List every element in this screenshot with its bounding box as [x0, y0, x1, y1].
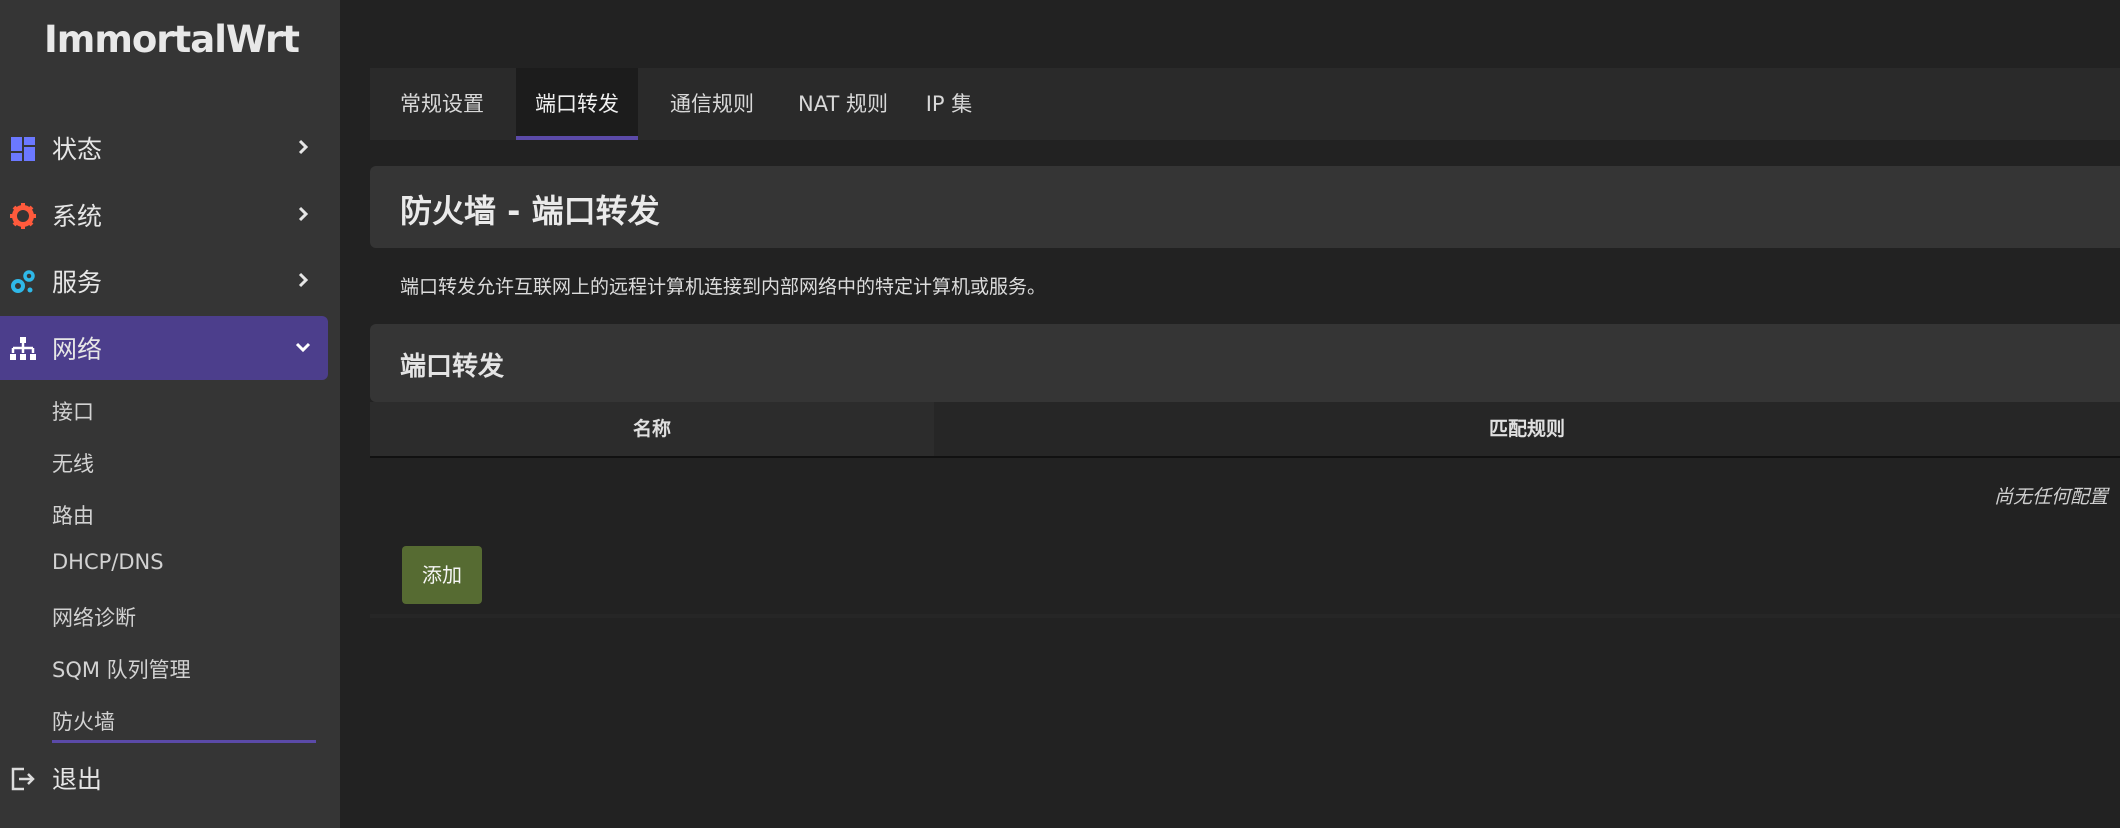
- network-icon: [10, 337, 36, 360]
- page-title-bar: 防火墙 - 端口转发: [370, 166, 2120, 248]
- tab-general-settings[interactable]: 常规设置: [392, 68, 492, 140]
- chevron-down-icon: [295, 342, 311, 353]
- column-header-match-rule: 匹配规则: [934, 402, 2120, 456]
- sidebar-item-label: 退出: [52, 765, 103, 794]
- sidebar-subitem-dhcp-dns[interactable]: DHCP/DNS: [52, 550, 164, 574]
- add-button[interactable]: 添加: [402, 546, 482, 604]
- sidebar-item-label: 状态: [52, 135, 103, 164]
- sidebar-item-services[interactable]: 服务: [0, 249, 328, 313]
- tab-port-forwards[interactable]: 端口转发: [516, 68, 638, 140]
- brand-logo[interactable]: ImmortalWrt: [44, 18, 300, 61]
- sidebar-item-status[interactable]: 状态: [0, 116, 328, 180]
- panel-bottom-edge: [370, 614, 2120, 618]
- page-title: 防火墙 - 端口转发: [400, 192, 660, 230]
- section-header: 端口转发: [370, 324, 2120, 402]
- sidebar-subitem-wireless[interactable]: 无线: [52, 448, 94, 478]
- tab-bar: 常规设置 端口转发 通信规则 NAT 规则 IP 集: [370, 68, 2120, 140]
- sidebar-item-label: 系统: [52, 202, 103, 231]
- empty-table-note: 尚无任何配置: [1993, 486, 2108, 508]
- sidebar-subitem-routes[interactable]: 路由: [52, 500, 94, 530]
- column-header-name: 名称: [370, 402, 934, 456]
- sidebar: ImmortalWrt 状态 系统 服务 网络 接口 无线 路由 DHCP/DN…: [0, 0, 340, 828]
- chevron-right-icon: [298, 272, 309, 288]
- sidebar-subitem-diagnostics[interactable]: 网络诊断: [52, 602, 136, 632]
- sidebar-subitem-sqm[interactable]: SQM 队列管理: [52, 654, 191, 684]
- chevron-right-icon: [298, 139, 309, 155]
- page-description: 端口转发允许互联网上的远程计算机连接到内部网络中的特定计算机或服务。: [400, 276, 1047, 298]
- tab-ip-sets[interactable]: IP 集: [896, 68, 1002, 140]
- gear-icon: [10, 203, 36, 229]
- dashboard-icon: [11, 137, 35, 161]
- sidebar-item-system[interactable]: 系统: [0, 183, 328, 247]
- table-header: 名称 匹配规则: [370, 402, 2120, 458]
- chevron-right-icon: [298, 206, 309, 222]
- logout-icon: [11, 767, 35, 791]
- sidebar-item-label: 服务: [52, 268, 103, 297]
- sidebar-item-label: 网络: [52, 335, 103, 364]
- tab-traffic-rules[interactable]: 通信规则: [654, 68, 770, 140]
- active-subitem-underline: [52, 740, 316, 743]
- gears-icon: [11, 270, 35, 293]
- sidebar-subitem-firewall[interactable]: 防火墙: [52, 706, 115, 736]
- sidebar-item-logout[interactable]: 退出: [0, 746, 328, 810]
- sidebar-subitem-interfaces[interactable]: 接口: [52, 396, 94, 426]
- sidebar-item-network[interactable]: 网络: [0, 316, 328, 380]
- section-title: 端口转发: [400, 352, 505, 382]
- tab-nat-rules[interactable]: NAT 规则: [772, 68, 914, 140]
